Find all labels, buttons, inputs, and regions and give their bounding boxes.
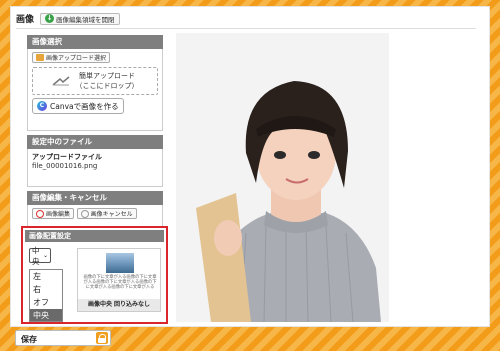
drop-arrow-icon <box>52 76 69 86</box>
image-edit-button[interactable]: 画像編集 <box>32 208 75 219</box>
placement-option-off[interactable]: オフ <box>30 296 62 309</box>
file-name: file_00001016.png <box>32 162 98 170</box>
toggle-edit-area-label: 画像編集領域を開閉 <box>56 15 115 24</box>
lock-icon <box>96 332 108 344</box>
placement-heading: 画像配置設定 <box>25 230 164 242</box>
preview-caption: 画像中央 回り込みなし <box>78 299 160 311</box>
placement-options-list: 左 右 オフ 中央 <box>29 269 63 322</box>
upload-select-button[interactable]: 画像アップロード選択 <box>32 52 111 63</box>
section-title: 画像 <box>16 15 35 25</box>
cancel-icon <box>80 209 89 218</box>
upload-file-label: アップロードファイル <box>32 153 102 161</box>
preview-thumbnail <box>106 253 134 273</box>
image-select-heading: 画像選択 <box>27 35 163 49</box>
image-section-header: 画像 ↓ 画像編集領域を開閉 <box>16 9 476 29</box>
portrait-illustration <box>176 33 389 322</box>
image-cancel-button[interactable]: 画像キャンセル <box>76 208 137 219</box>
uploaded-image-preview <box>176 33 389 322</box>
placement-preview: 画像の下に文章が入る画像の下に文章が入る画像の下に文章が入る画像の下に文章が入る… <box>77 248 161 312</box>
save-label: 保存 <box>21 335 37 344</box>
canva-icon: C <box>37 101 47 111</box>
image-edit-label: 画像編集 <box>46 211 71 218</box>
download-arrow-icon: ↓ <box>45 14 55 23</box>
canva-create-button[interactable]: C Canvaで画像を作る <box>32 98 124 114</box>
drop-line-2: （ここにドロップ） <box>75 82 139 90</box>
edit-cancel-heading: 画像編集・キャンセル <box>27 191 163 205</box>
placement-selected-value: 中央 <box>32 245 40 266</box>
placement-option-right[interactable]: 右 <box>30 283 62 296</box>
placement-select[interactable]: 中央 ⌄ <box>29 246 51 266</box>
image-select-panel: 画像アップロード選択 簡単アップロード （ここにドロップ） C Canvaで画像… <box>27 49 163 131</box>
preview-text: 画像の下に文章が入る画像の下に文章が入る画像の下に文章が入る画像の下に文章が入る… <box>83 275 157 290</box>
drop-line-1: 簡単アップロード <box>79 72 135 80</box>
left-settings-column: 画像選択 画像アップロード選択 簡単アップロード （ここにドロップ） C Can… <box>27 35 163 229</box>
edit-icon <box>36 209 44 218</box>
current-file-panel: アップロードファイル file_00001016.png <box>27 149 163 187</box>
drop-zone-text: 簡単アップロード （ここにドロップ） <box>76 71 139 91</box>
current-file-heading: 設定中のファイル <box>27 135 163 149</box>
upload-icon <box>36 54 44 61</box>
placement-settings-box: 画像配置設定 中央 ⌄ 左 右 オフ 中央 画像の下に文章が入る画像の下に文章が… <box>21 226 168 324</box>
placement-option-center[interactable]: 中央 <box>30 309 62 321</box>
canva-create-label: Canvaで画像を作る <box>50 101 119 111</box>
drop-zone[interactable]: 簡単アップロード （ここにドロップ） <box>32 67 158 95</box>
placement-option-left[interactable]: 左 <box>30 270 62 283</box>
image-cancel-label: 画像キャンセル <box>90 211 133 218</box>
chevron-down-icon: ⌄ <box>42 252 48 259</box>
upload-select-label: 画像アップロード選択 <box>46 55 107 62</box>
toggle-edit-area-button[interactable]: ↓ 画像編集領域を開閉 <box>40 12 120 25</box>
save-button[interactable]: 保存 <box>15 330 111 346</box>
